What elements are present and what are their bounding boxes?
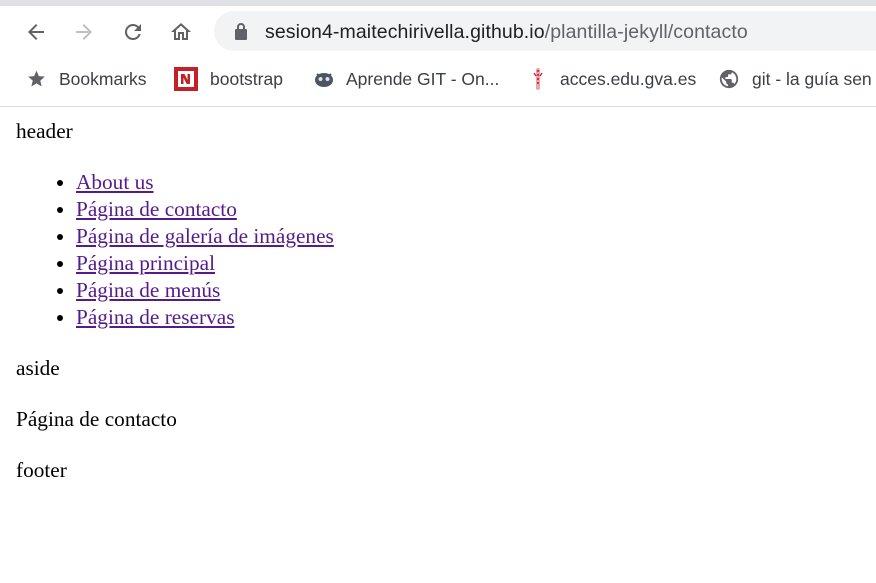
footer-text: footer xyxy=(16,458,67,482)
link-galeria[interactable]: Página de galería de imágenes xyxy=(76,224,334,248)
git-course-favicon-icon xyxy=(314,69,334,89)
list-item: Página principal xyxy=(76,250,334,277)
bookmarks-bar: Bookmarks bootstrap Aprende GIT - On... … xyxy=(0,58,876,102)
list-item: About us xyxy=(76,169,334,196)
bookmark-label: bootstrap xyxy=(210,68,283,89)
link-reservas[interactable]: Página de reservas xyxy=(76,305,234,329)
browser-toolbar: sesion4-maitechirivella.github.io/planti… xyxy=(0,6,876,58)
nav-list: About us Página de contacto Página de ga… xyxy=(16,169,334,331)
link-menus[interactable]: Página de menús xyxy=(76,278,220,302)
header-text: header xyxy=(16,119,73,143)
aside-text: aside xyxy=(16,356,60,380)
link-contacto[interactable]: Página de contacto xyxy=(76,197,237,221)
list-item: Página de galería de imágenes xyxy=(76,223,334,250)
address-bar[interactable]: sesion4-maitechirivella.github.io/planti… xyxy=(214,11,876,51)
home-icon xyxy=(171,23,191,40)
reload-button[interactable] xyxy=(119,18,147,46)
bookmark-bookmarks[interactable]: Bookmarks xyxy=(26,58,147,100)
bookmark-label: git - la guía sen xyxy=(752,68,872,89)
main-text: Página de contacto xyxy=(16,407,177,431)
bookmark-label: Aprende GIT - On... xyxy=(346,68,500,89)
reload-icon xyxy=(124,23,141,40)
bookmark-bootstrap[interactable]: bootstrap xyxy=(174,58,283,100)
link-principal[interactable]: Página principal xyxy=(76,251,215,275)
url-text[interactable]: sesion4-maitechirivella.github.io/planti… xyxy=(265,21,748,44)
bookmark-acces-gva[interactable]: acces.edu.gva.es xyxy=(528,58,696,100)
list-item: Página de menús xyxy=(76,277,334,304)
bookmark-label: acces.edu.gva.es xyxy=(560,68,697,89)
url-host: sesion4-maitechirivella.github.io xyxy=(265,21,545,43)
home-button[interactable] xyxy=(167,18,195,46)
list-item: Página de reservas xyxy=(76,304,334,331)
back-button[interactable] xyxy=(22,18,50,46)
forward-button[interactable] xyxy=(70,18,98,46)
url-path: /plantilla-jekyll/contacto xyxy=(544,21,748,43)
bookmark-git-guia[interactable]: git - la guía sen xyxy=(718,58,872,100)
forward-arrow-icon xyxy=(76,24,92,40)
bootstrap-favicon-icon xyxy=(174,67,198,91)
bookmark-aprende-git[interactable]: Aprende GIT - On... xyxy=(314,58,499,100)
toolbar-divider xyxy=(0,106,876,107)
bookmark-label: Bookmarks xyxy=(59,68,147,89)
globe-icon xyxy=(718,68,740,90)
lock-icon xyxy=(234,23,248,45)
gva-favicon-icon xyxy=(528,67,548,91)
back-arrow-icon xyxy=(28,24,44,40)
star-icon xyxy=(26,69,47,89)
link-about-us[interactable]: About us xyxy=(76,170,154,194)
list-item: Página de contacto xyxy=(76,196,334,223)
